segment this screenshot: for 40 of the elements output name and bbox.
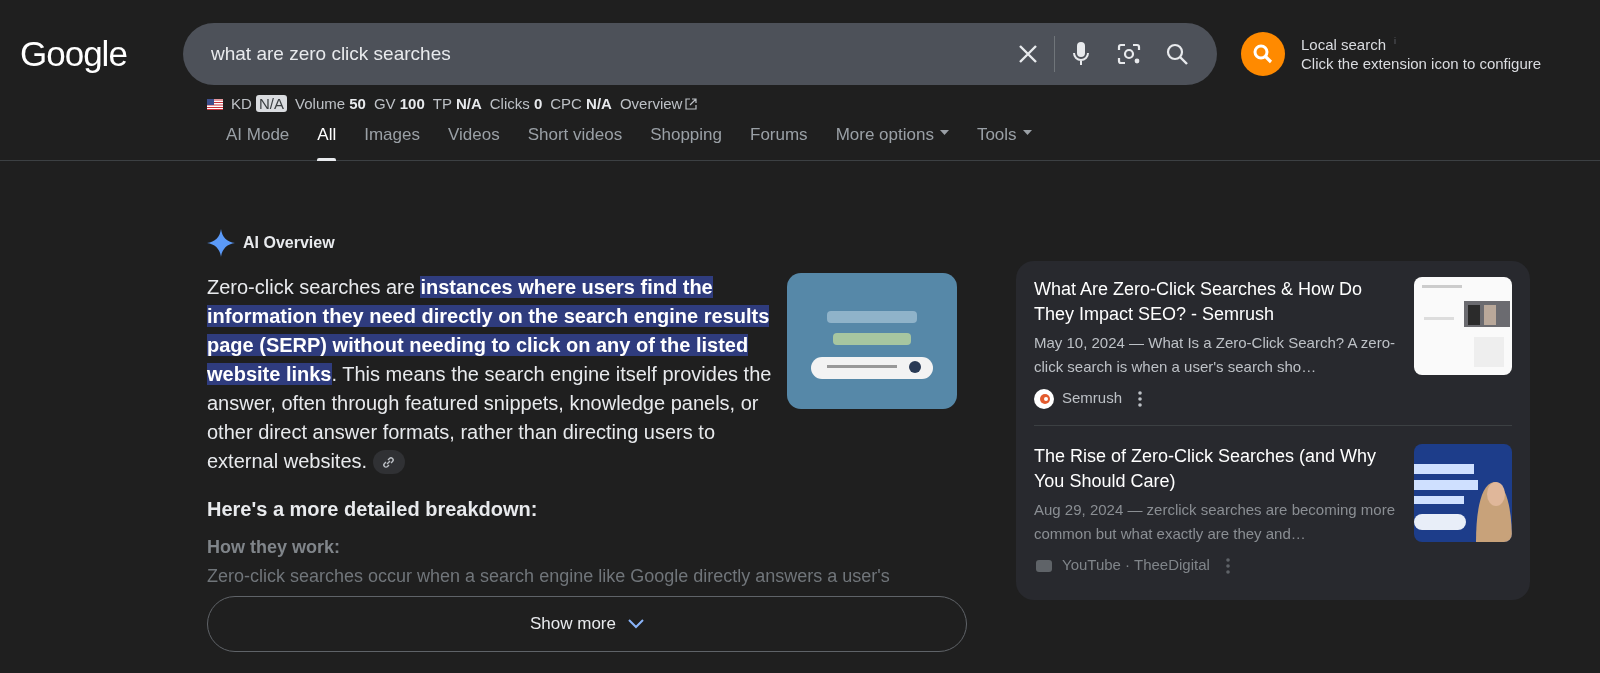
tab[interactable]: Forums (750, 115, 808, 161)
tab[interactable]: All (317, 115, 337, 161)
caret-icon (1022, 129, 1032, 135)
tab[interactable]: More options (835, 115, 949, 161)
result-link[interactable]: What Are Zero-Click Searches & How Do They Impact SEO? - Semrush (1034, 276, 1398, 327)
site-name: Semrush (1062, 388, 1123, 409)
metric-text: CPC N/A (550, 94, 612, 114)
search-icon[interactable] (1241, 32, 1285, 76)
tab[interactable]: Tools (976, 115, 1032, 161)
result-link[interactable]: The Rise of Zero-Click Searches (and Why You Should Care) (1034, 443, 1398, 494)
metric-text: GV 100 (373, 94, 425, 114)
external-link-icon[interactable] (685, 98, 698, 111)
tab[interactable]: AI Mode (226, 115, 290, 161)
result-snippet: Aug 29, 2024 — zerclick searches are becoming more common but what exactly are they and… (1034, 499, 1396, 544)
site-icon (1034, 388, 1054, 409)
tab[interactable]: Shopping (650, 115, 722, 161)
link-icon[interactable] (372, 450, 405, 475)
logo[interactable]: Google (0, 23, 183, 85)
chevron-down-icon (628, 618, 644, 629)
faded-text: Zero-click searches occur when a search engine like Google directly answers a user's (207, 564, 891, 588)
site-name: YouTube · TheeDigital (1062, 555, 1210, 576)
extension-title: Local search (1301, 35, 1387, 54)
result-snippet: May 10, 2024 — What Is a Zero-Click Search? A zero-click search is when a user's search sho… (1034, 332, 1396, 377)
metric-text: TP N/A (432, 94, 482, 114)
subheading: How they work: (207, 535, 341, 559)
search-field[interactable]: what are zero click searches (209, 38, 1008, 70)
section-title: AI Overview (243, 232, 335, 253)
tab[interactable]: Short videos (527, 115, 623, 161)
extension-hint: Click the extension icon to configure (1301, 54, 1542, 73)
metric-text: Volume 50 (295, 94, 366, 114)
metric-text: Clicks 0 (489, 94, 543, 114)
tab[interactable]: Images (364, 115, 420, 161)
section-heading: Here's a more detailed breakdown: (207, 496, 539, 522)
overview-link[interactable]: Overview (619, 93, 683, 116)
search-bar[interactable]: what are zero click searches (183, 23, 1217, 85)
sparkle-icon (207, 228, 235, 257)
flag-icon (207, 98, 223, 110)
metric-text: KD N/A (231, 93, 288, 116)
tab[interactable]: Videos (447, 115, 500, 161)
caret-icon (939, 129, 949, 135)
